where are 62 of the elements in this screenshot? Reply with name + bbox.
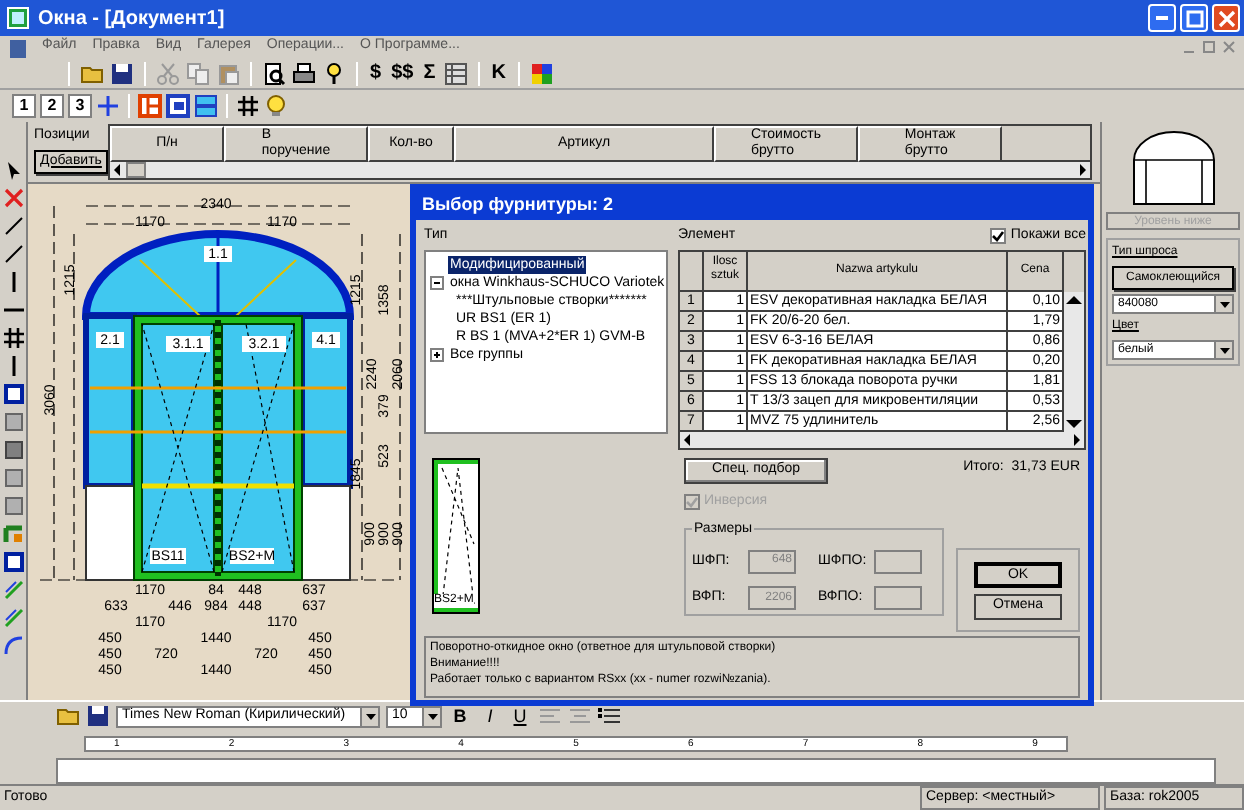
paste-icon[interactable] (216, 61, 240, 85)
bulb-icon[interactable] (264, 94, 288, 118)
folder-icon[interactable] (56, 704, 80, 728)
table-icon[interactable] (443, 61, 468, 85)
dropdown-arrow-icon (425, 710, 439, 722)
toolbar-button[interactable]: Σ (421, 63, 438, 83)
printer-icon[interactable] (292, 61, 316, 85)
text-editor-field[interactable] (56, 758, 1216, 784)
minimize-button[interactable] (1148, 4, 1176, 32)
minimize-icon (1156, 16, 1168, 20)
folder-icon[interactable] (80, 61, 104, 85)
maximize-icon (1183, 7, 1205, 29)
input-field[interactable] (874, 549, 922, 574)
grid-icon[interactable] (2, 326, 24, 348)
format-button[interactable]: U (508, 707, 532, 725)
frame-icon[interactable] (194, 94, 218, 118)
print-preview-icon[interactable] (262, 61, 286, 85)
toolbar-button[interactable]: 3 (68, 94, 92, 118)
save-icon[interactable] (86, 704, 110, 728)
checkbox[interactable] (990, 228, 1007, 245)
toolbar-button[interactable]: $$ (389, 63, 416, 83)
close-button[interactable] (1212, 4, 1240, 32)
pin-icon[interactable] (322, 61, 346, 85)
dropdown-arrow-icon (363, 710, 377, 722)
frame-icon[interactable] (166, 94, 190, 118)
dropdown-arrow-icon (1217, 298, 1231, 310)
list-icon[interactable] (598, 704, 622, 728)
input-field[interactable] (874, 586, 922, 611)
scroll-thumb[interactable] (126, 162, 146, 178)
diagonal-line-icon[interactable] (2, 242, 24, 264)
scroll-left-icon[interactable] (680, 431, 696, 447)
toolbar-button[interactable]: 1 (12, 94, 36, 118)
dropdown-arrow-icon (1217, 344, 1231, 356)
horizontal-scrollbar[interactable] (110, 162, 1090, 178)
palette-icon[interactable] (529, 61, 554, 85)
format-button[interactable]: B (448, 707, 472, 725)
diagonal-line-icon[interactable] (2, 214, 24, 236)
format-button[interactable]: I (478, 707, 502, 725)
app-icon (6, 6, 30, 30)
frame-icon[interactable] (138, 94, 162, 118)
toolbar-button[interactable]: K (489, 63, 508, 83)
dialog-title: Выбор фурнитуры: 2 (416, 190, 1088, 220)
align-icon[interactable] (568, 704, 592, 728)
expander-icon[interactable] (430, 275, 444, 289)
toolbar-button[interactable]: 2 (40, 94, 64, 118)
window-thumbnail (1129, 128, 1217, 208)
vertical-scrollbar[interactable] (1064, 291, 1084, 431)
close-icon (1215, 7, 1237, 29)
grid-icon[interactable] (236, 94, 260, 118)
square-icon[interactable] (2, 382, 24, 404)
square-icon[interactable] (2, 550, 24, 572)
maximize-button[interactable] (1180, 4, 1208, 32)
crosshair-icon[interactable] (96, 94, 120, 118)
column-header[interactable] (680, 251, 704, 291)
save-icon[interactable] (110, 61, 134, 85)
curve-icon[interactable] (2, 634, 24, 656)
expander-icon[interactable] (430, 347, 444, 361)
align-icon[interactable] (538, 704, 562, 728)
pointer-icon[interactable] (2, 158, 24, 180)
square-icon[interactable] (2, 438, 24, 460)
toolbar-button[interactable]: $ (368, 63, 384, 83)
window-title: Окна - [Документ1] (38, 5, 225, 33)
